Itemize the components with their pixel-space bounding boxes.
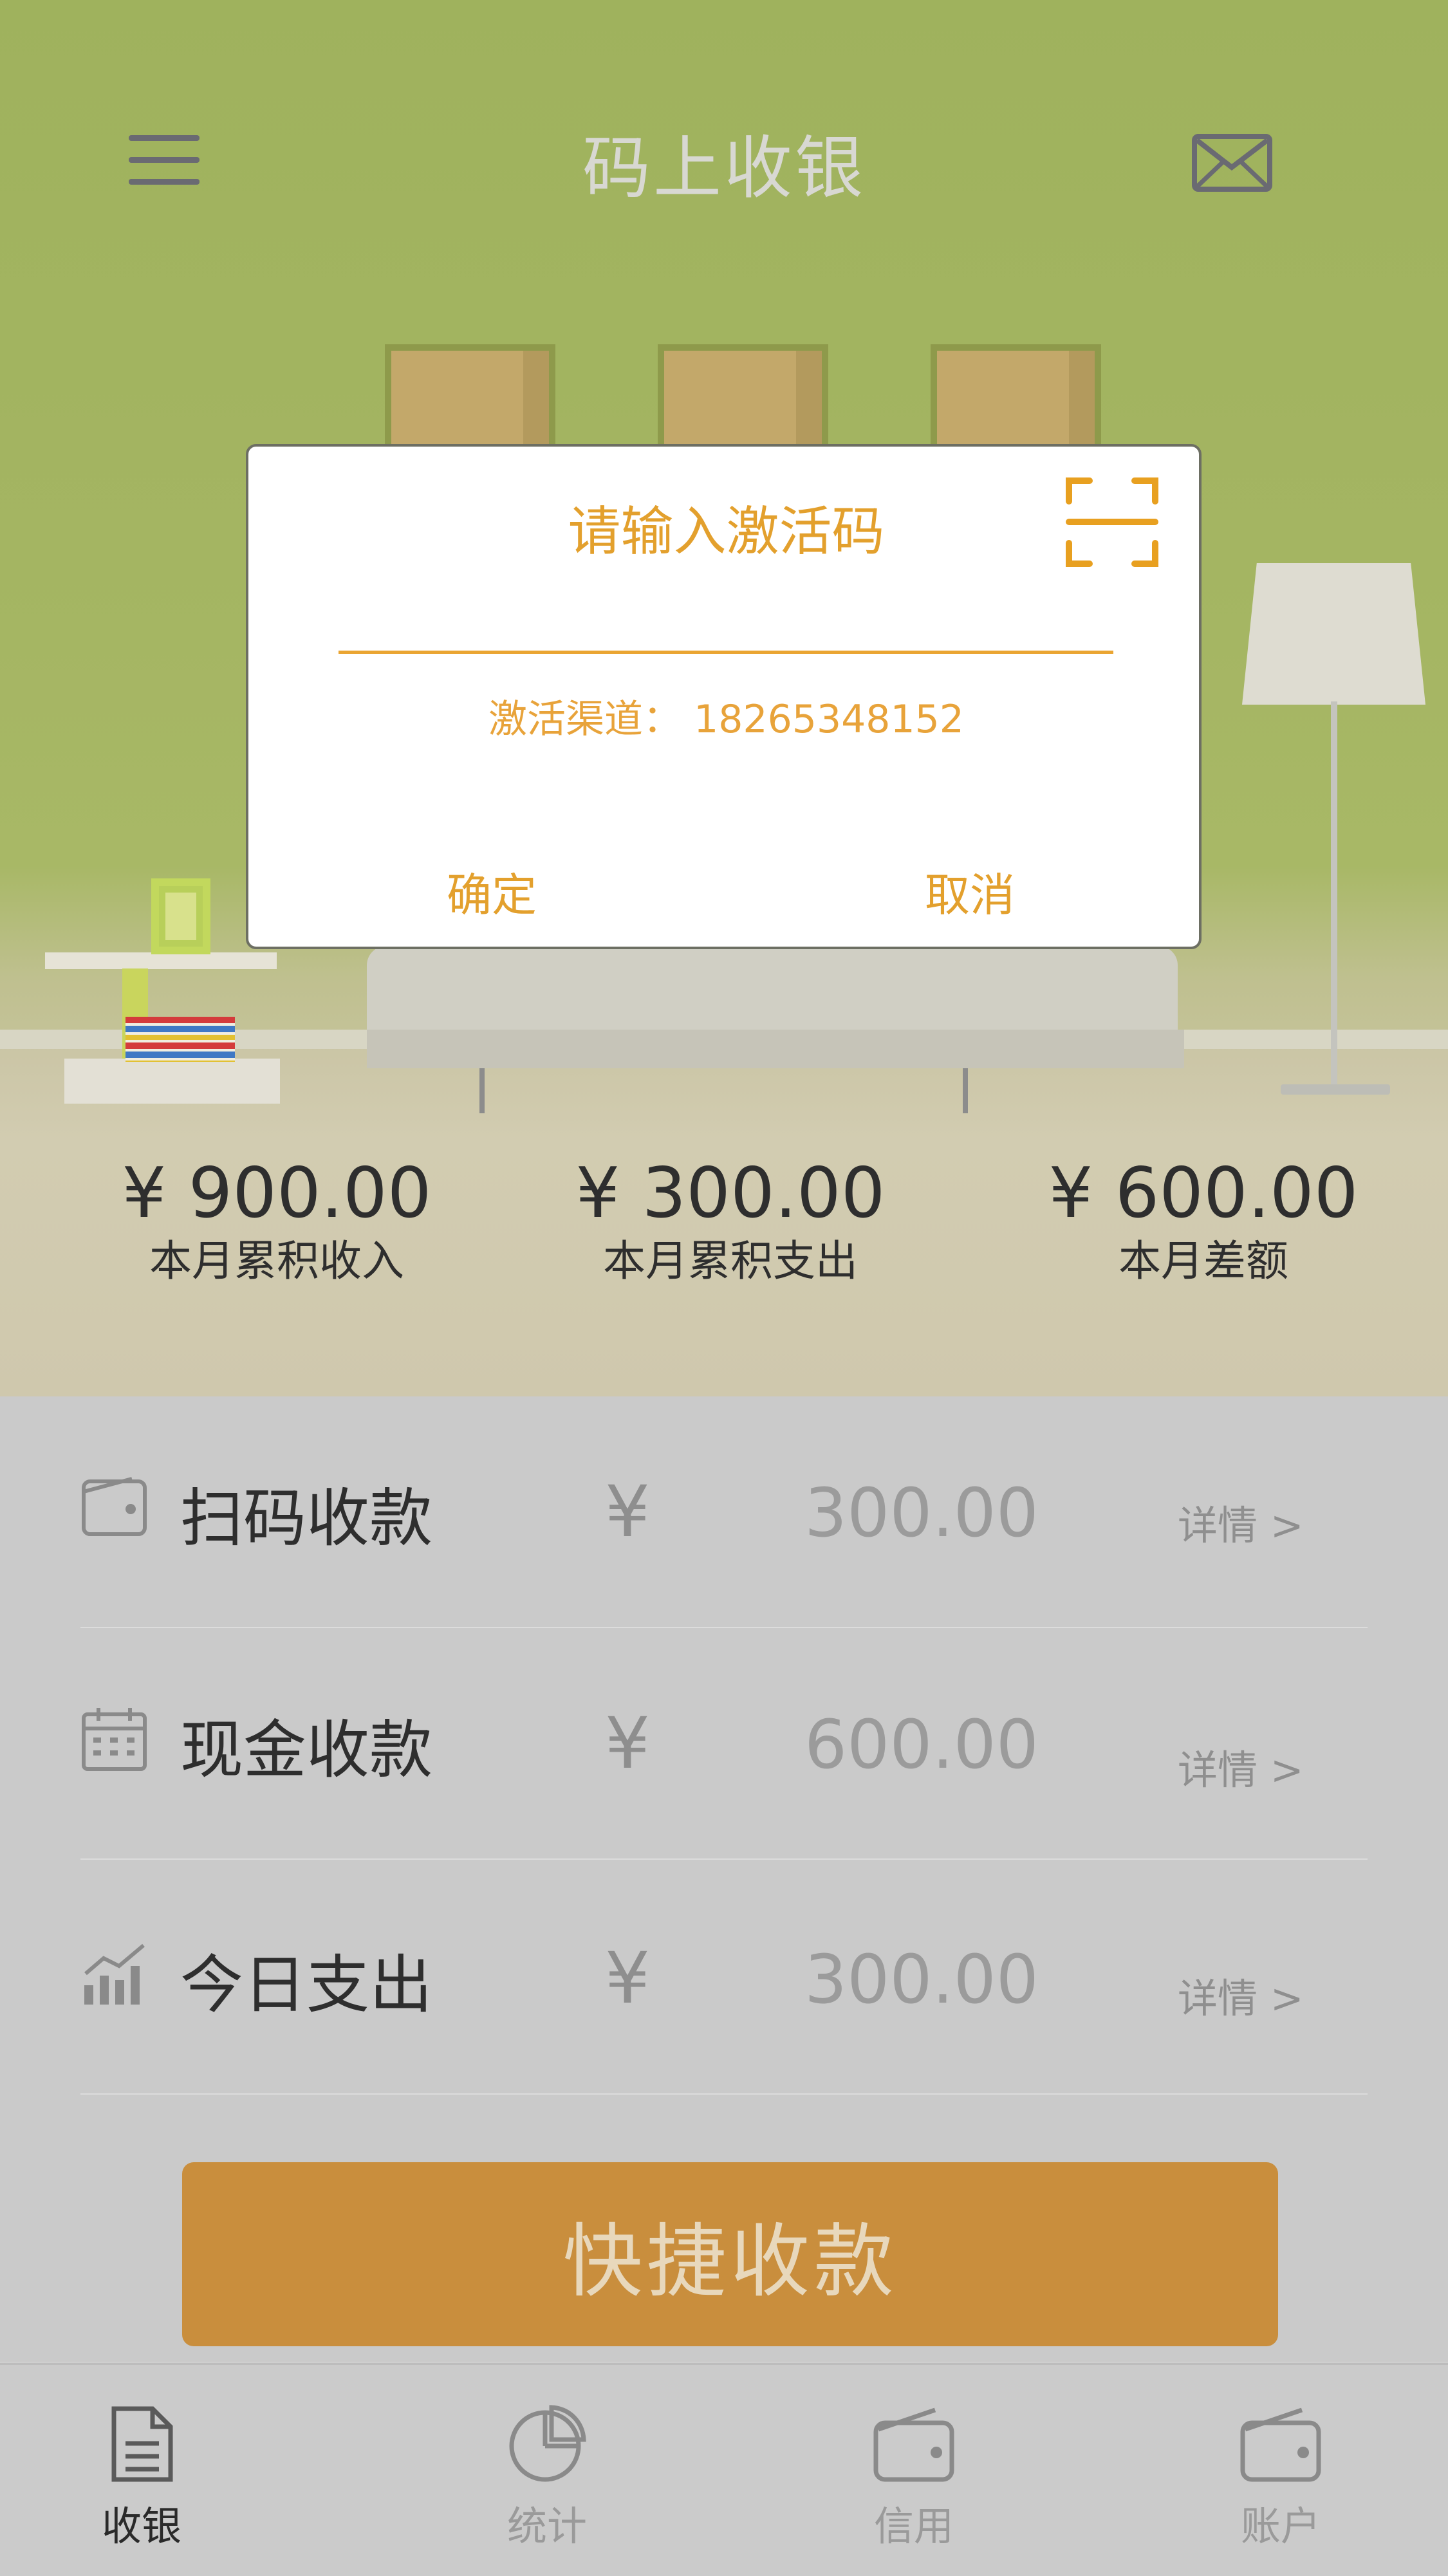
tab-label: 信用 [873, 2503, 954, 2550]
dialog-title: 请输入激活码 [568, 501, 885, 562]
lamp-base [1281, 1084, 1390, 1095]
lamp-pole [1331, 701, 1337, 1088]
list-item-today-expense[interactable]: 今日支出 ¥ 300.00 详情 > [80, 1863, 1368, 2095]
stat-label: 本月累积支出 [603, 1236, 858, 1286]
activation-dialog: 请输入激活码 激活渠道： 18265348152 确定 取消 [246, 444, 1202, 949]
cancel-button[interactable]: 取消 [921, 858, 1019, 925]
wallet-icon [873, 2407, 954, 2482]
tab-credit[interactable]: 信用 [817, 2365, 1010, 2576]
side-table-base [64, 1059, 280, 1104]
row-title: 今日支出 [180, 1949, 433, 2022]
list-item-cash-payment[interactable]: 现金收款 ¥ 600.00 详情 > [80, 1628, 1368, 1860]
envelope-icon[interactable] [1192, 134, 1272, 192]
stat-amount: ¥ 900.00 [122, 1153, 432, 1234]
wallet-icon [80, 1474, 148, 1541]
row-title: 现金收款 [180, 1714, 433, 1787]
wall-niche [658, 344, 828, 454]
activation-channel-text: 激活渠道： 18265348152 [488, 697, 964, 742]
row-title: 扫码收款 [180, 1482, 433, 1555]
stat-monthly-expense: ¥ 300.00 本月累积支出 [537, 1152, 924, 1287]
stat-monthly-income: ¥ 900.00 本月累积收入 [84, 1152, 470, 1287]
pie-chart-icon [509, 2405, 586, 2482]
tab-label: 统计 [506, 2503, 587, 2550]
books-illustration [125, 1017, 235, 1062]
detail-link[interactable]: 详情 > [1178, 1966, 1304, 2024]
tab-label: 账户 [1240, 2503, 1321, 2550]
stat-amount: ¥ 300.00 [575, 1153, 886, 1234]
quick-pay-button[interactable]: 快捷收款 [182, 2162, 1278, 2346]
wallet-icon [1240, 2407, 1321, 2482]
bottom-tab-bar: 收银 统计 信用 账户 [0, 2363, 1448, 2576]
stat-label: 本月差额 [1118, 1236, 1288, 1286]
list-item-scan-payment[interactable]: 扫码收款 ¥ 300.00 详情 > [80, 1396, 1368, 1628]
tab-account[interactable]: 账户 [1184, 2365, 1377, 2576]
wall-niche [931, 344, 1101, 454]
sofa-illustration [367, 946, 1178, 1042]
stat-monthly-difference: ¥ 600.00 本月差额 [1010, 1152, 1397, 1287]
activation-code-input[interactable] [339, 598, 1113, 654]
detail-link[interactable]: 详情 > [1178, 1493, 1304, 1551]
confirm-button[interactable]: 确定 [443, 858, 541, 925]
scan-icon[interactable] [1064, 476, 1160, 569]
row-amount: 300.00 [804, 1940, 1039, 2019]
stat-amount: ¥ 600.00 [1048, 1153, 1359, 1234]
sofa-seat-illustration [367, 1030, 1184, 1068]
sofa-leg [963, 1068, 968, 1113]
row-amount: 300.00 [804, 1474, 1039, 1552]
calendar-icon [80, 1705, 148, 1773]
row-amount: 600.00 [804, 1705, 1039, 1784]
side-table-illustration [45, 952, 277, 969]
tab-cashier[interactable]: 收银 [45, 2365, 238, 2576]
stat-label: 本月累积收入 [149, 1236, 404, 1286]
picture-frame-illustration [151, 878, 210, 954]
sofa-leg [479, 1068, 485, 1113]
detail-link[interactable]: 详情 > [1178, 1737, 1304, 1795]
divider [80, 1858, 1368, 1860]
bar-chart-icon [80, 1940, 148, 2008]
divider [80, 2093, 1368, 2095]
wall-niche [385, 344, 555, 454]
tab-label: 收银 [101, 2503, 181, 2550]
tab-statistics[interactable]: 统计 [450, 2365, 644, 2576]
lamp-shade-illustration [1242, 563, 1425, 705]
currency-symbol: ¥ [605, 1937, 650, 2019]
document-icon [111, 2406, 173, 2482]
currency-symbol: ¥ [605, 1702, 650, 1784]
currency-symbol: ¥ [605, 1470, 650, 1553]
